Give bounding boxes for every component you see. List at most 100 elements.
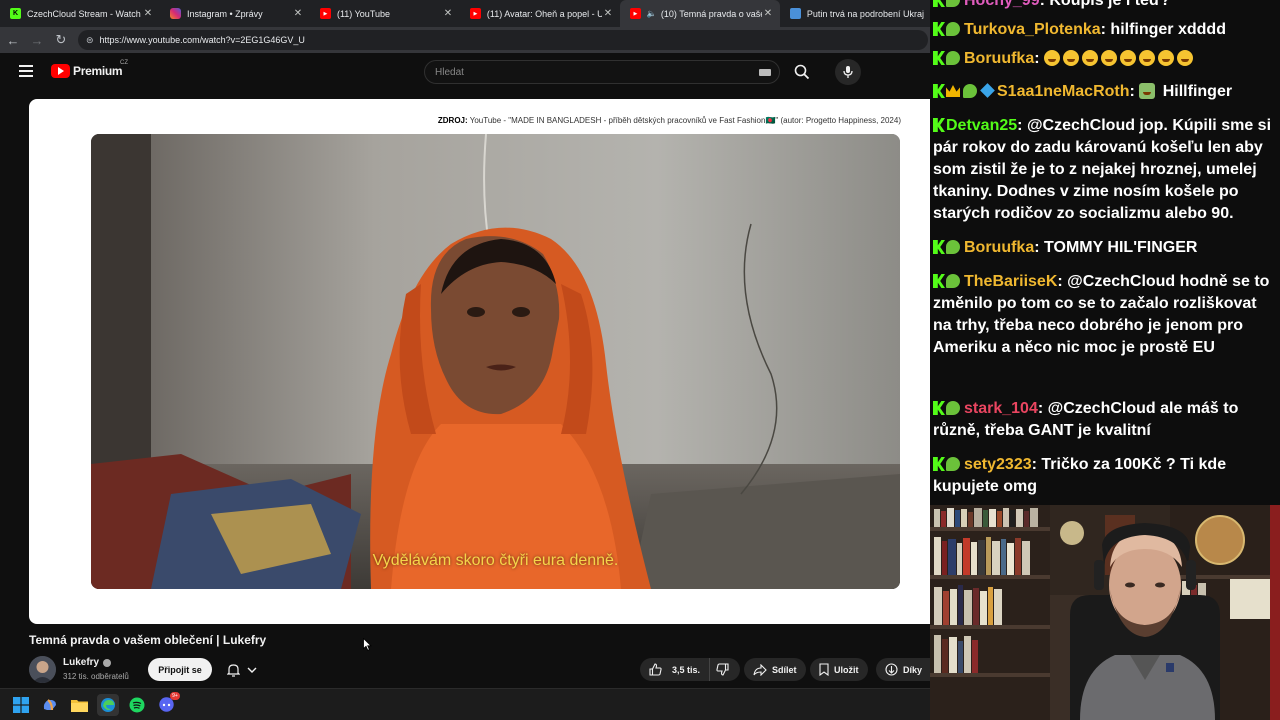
youtube-icon: ▶	[469, 8, 481, 19]
gift-badge-icon	[946, 0, 960, 7]
subscriber-count: 312 tis. odběratelů	[63, 672, 129, 681]
emoji-icon	[1139, 50, 1156, 66]
tab-label: (11) YouTube	[336, 8, 390, 19]
tab-label: Instagram • Zprávy	[187, 8, 263, 19]
kick-badge-icon	[933, 22, 945, 36]
tab-avatar[interactable]: ▶ (11) Avatar: Oheň a popel - Už mě ✕	[460, 0, 620, 27]
close-icon[interactable]: ✕	[142, 8, 154, 19]
speaker-icon[interactable]: 🔈	[647, 9, 657, 18]
chat-text: Koupíš je i teď?	[1049, 0, 1171, 9]
save-button[interactable]: Uložit	[810, 658, 868, 681]
kick-badge-icon	[933, 240, 945, 254]
share-button[interactable]: Sdílet	[744, 658, 806, 681]
chat-text: hilfinger xdddd	[1110, 21, 1226, 38]
bookmark-icon	[819, 663, 829, 676]
chat-message: sety2323: Tričko za 100Kč ? Ti kde kupuj…	[933, 456, 1227, 495]
chat-message: Boruufka: TOMMY HIL'FINGER	[933, 237, 1277, 259]
search-button[interactable]	[786, 60, 818, 84]
instagram-icon	[170, 8, 181, 19]
tab-bar: K CzechCloud Stream - Watch Live o ✕ Ins…	[0, 0, 930, 27]
back-icon[interactable]: ←	[2, 29, 24, 51]
copilot-logo	[43, 698, 56, 710]
tab-youtube[interactable]: ▶ (11) YouTube ✕	[310, 0, 460, 27]
edge-logo	[101, 697, 115, 712]
tab-temna-pravda[interactable]: ▶ 🔈 (10) Temná pravda o vašem o ✕	[619, 0, 780, 27]
dislike-button[interactable]	[710, 658, 740, 681]
chat-username: stark_104	[964, 400, 1038, 417]
close-icon[interactable]: ✕	[292, 8, 304, 19]
copilot-icon[interactable]	[39, 694, 61, 716]
notification-button[interactable]	[218, 658, 266, 681]
chat-text: TOMMY HIL'FINGER	[1044, 239, 1198, 256]
spotify-icon[interactable]	[126, 694, 148, 716]
gift-badge-icon	[946, 457, 960, 471]
share-label: Sdílet	[772, 664, 797, 675]
spotify-logo	[129, 697, 145, 712]
keyboard-icon[interactable]	[759, 69, 771, 76]
emoji-icon	[1158, 50, 1175, 66]
chat-message: S1aa1neMacRoth: Hillfinger	[933, 81, 1277, 103]
logo-brand: Premium	[73, 64, 123, 78]
edge-icon[interactable]	[97, 693, 119, 716]
chat-username: Boruufka	[964, 50, 1035, 67]
search-input[interactable]: Hledat	[424, 60, 780, 84]
youtube-icon	[51, 64, 70, 78]
tab-instagram[interactable]: Instagram • Zprávy ✕	[160, 0, 310, 27]
browser-window: K CzechCloud Stream - Watch Live o ✕ Ins…	[0, 0, 932, 720]
channel-avatar[interactable]	[29, 656, 56, 683]
youtube-icon: ▶	[629, 8, 641, 19]
emoji-icon	[1101, 50, 1118, 66]
kick-badge-icon	[933, 401, 945, 415]
tab-czechcloud[interactable]: K CzechCloud Stream - Watch Live o ✕	[0, 0, 160, 27]
emoji-icon	[1120, 50, 1137, 66]
chat-message: Boruufka:	[933, 48, 1277, 70]
thanks-icon	[885, 663, 898, 676]
streamer-webcam	[930, 505, 1280, 720]
kick-badge-icon	[933, 84, 945, 98]
gift-badge-icon	[946, 51, 960, 65]
save-label: Uložit	[834, 664, 859, 675]
chat-username: TheBariiseK	[964, 273, 1058, 290]
youtube-icon: ▶	[319, 8, 331, 19]
channel-name[interactable]: Lukefry	[63, 657, 112, 668]
like-count: 3,5 tis.	[672, 664, 701, 675]
chat-message: TheBariiseK: @CzechCloud hodně se to změ…	[933, 273, 1270, 356]
file-explorer-icon[interactable]	[68, 694, 90, 716]
join-button[interactable]: Připojit se	[148, 658, 212, 681]
voice-search-button[interactable]	[835, 59, 861, 85]
like-dislike-group: 3,5 tis.	[640, 658, 740, 681]
tab-putin[interactable]: Putin trvá na podrobení Ukraj	[780, 0, 930, 27]
chat-text: Hillfinger	[1158, 83, 1233, 100]
thanks-button[interactable]: Díky	[876, 658, 932, 681]
thumbs-up-icon	[649, 663, 662, 676]
channel-name-text: Lukefry	[63, 657, 100, 668]
windows-logo	[13, 696, 29, 713]
youtube-logo[interactable]: Premium CZ	[51, 60, 128, 78]
kick-badge-icon	[933, 457, 945, 471]
kick-badge-icon	[933, 274, 945, 288]
video-frame[interactable]: Vydělávám skoro čtyři eura denně.	[91, 134, 900, 589]
youtube-header: Premium CZ Hledat	[0, 53, 930, 91]
video-scene	[91, 134, 900, 589]
site-info-icon[interactable]: ⊜	[86, 35, 94, 46]
thanks-label: Díky	[903, 664, 923, 675]
menu-icon[interactable]	[19, 65, 33, 77]
close-icon[interactable]: ✕	[442, 8, 454, 19]
close-icon[interactable]: ✕	[602, 8, 614, 19]
forward-icon[interactable]: →	[26, 29, 48, 51]
emoji-icon	[1082, 50, 1099, 66]
chat-username: Boruufka	[964, 239, 1035, 256]
url-input[interactable]: ⊜ https://www.youtube.com/watch?v=2EG1G4…	[78, 30, 928, 50]
like-button[interactable]: 3,5 tis.	[640, 658, 710, 681]
chat-username: S1aa1neMacRoth	[997, 83, 1130, 100]
discord-icon[interactable]: 9+	[155, 691, 180, 716]
video-player[interactable]: ZDROJ: YouTube - "MADE IN BANGLADESH - p…	[29, 99, 930, 624]
source-label: ZDROJ:	[437, 116, 468, 125]
close-icon[interactable]: ✕	[762, 8, 774, 19]
reload-icon[interactable]: ↻	[50, 29, 72, 51]
search-placeholder: Hledat	[435, 66, 464, 78]
microphone-icon	[843, 66, 853, 78]
video-subtitle: Vydělávám skoro čtyři eura denně.	[372, 552, 619, 569]
tab-label: CzechCloud Stream - Watch Live o	[27, 8, 142, 19]
windows-start-icon[interactable]	[10, 694, 32, 716]
